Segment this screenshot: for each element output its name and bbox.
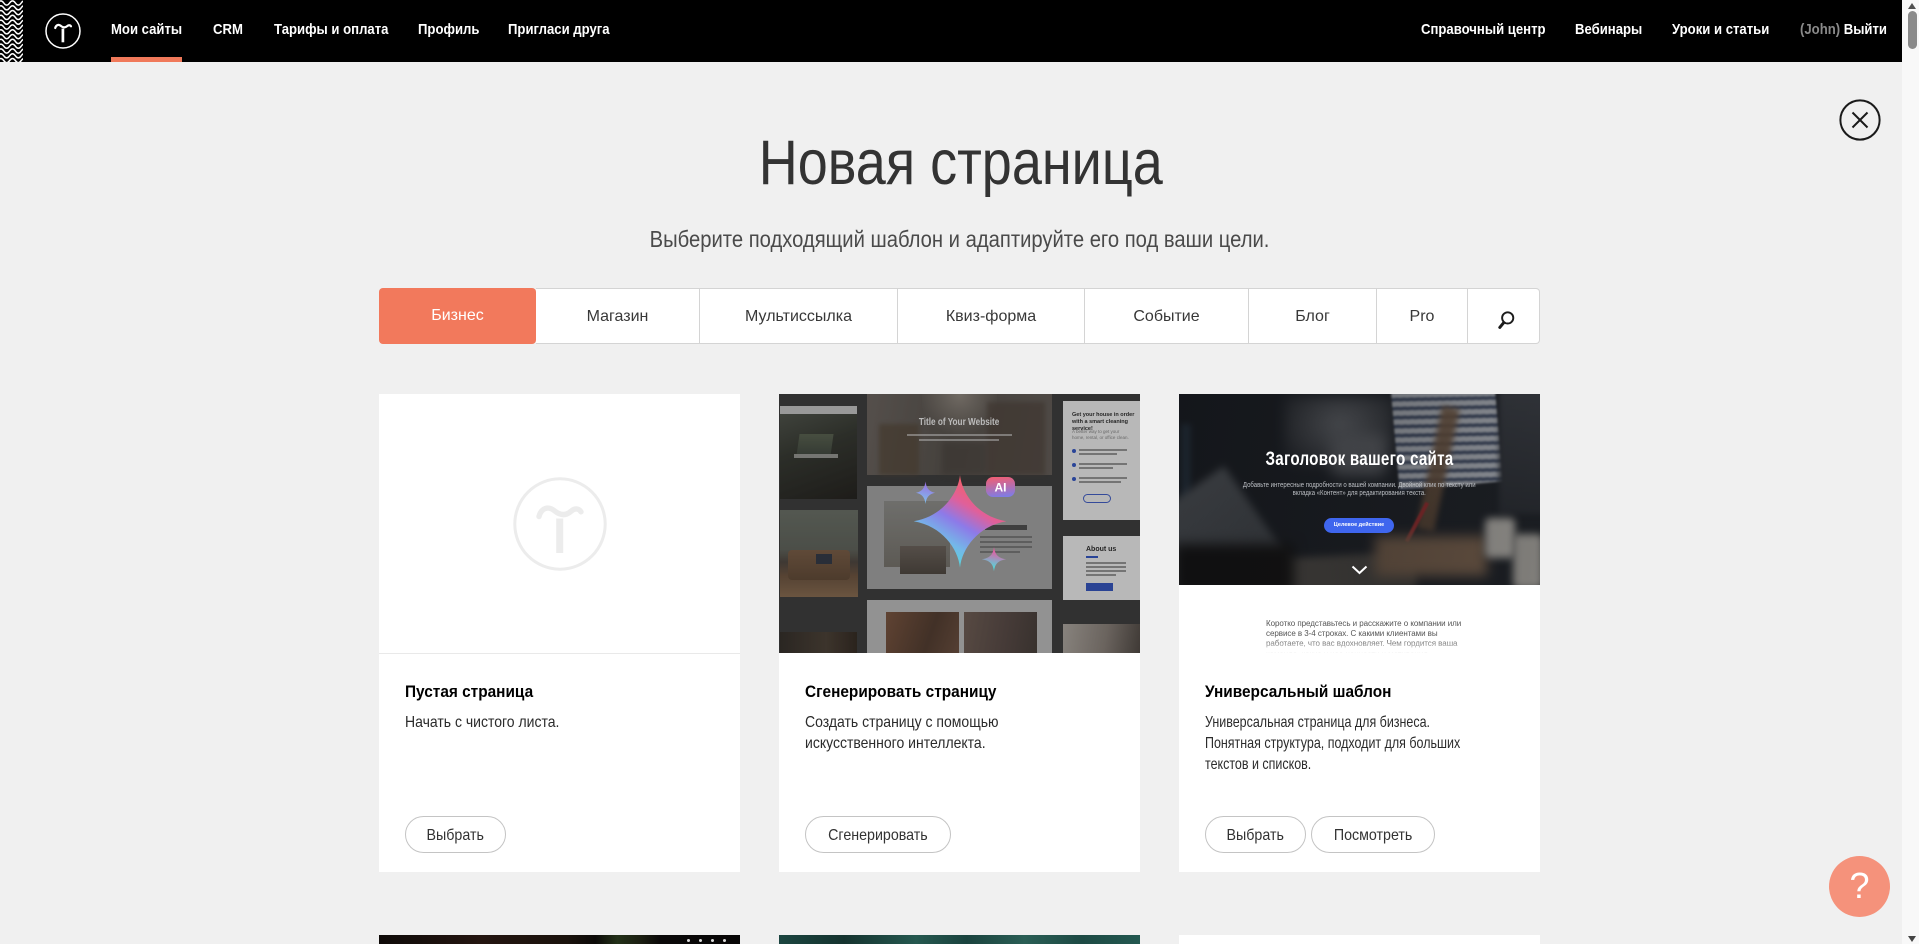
svg-text:AI: AI — [995, 481, 1007, 495]
